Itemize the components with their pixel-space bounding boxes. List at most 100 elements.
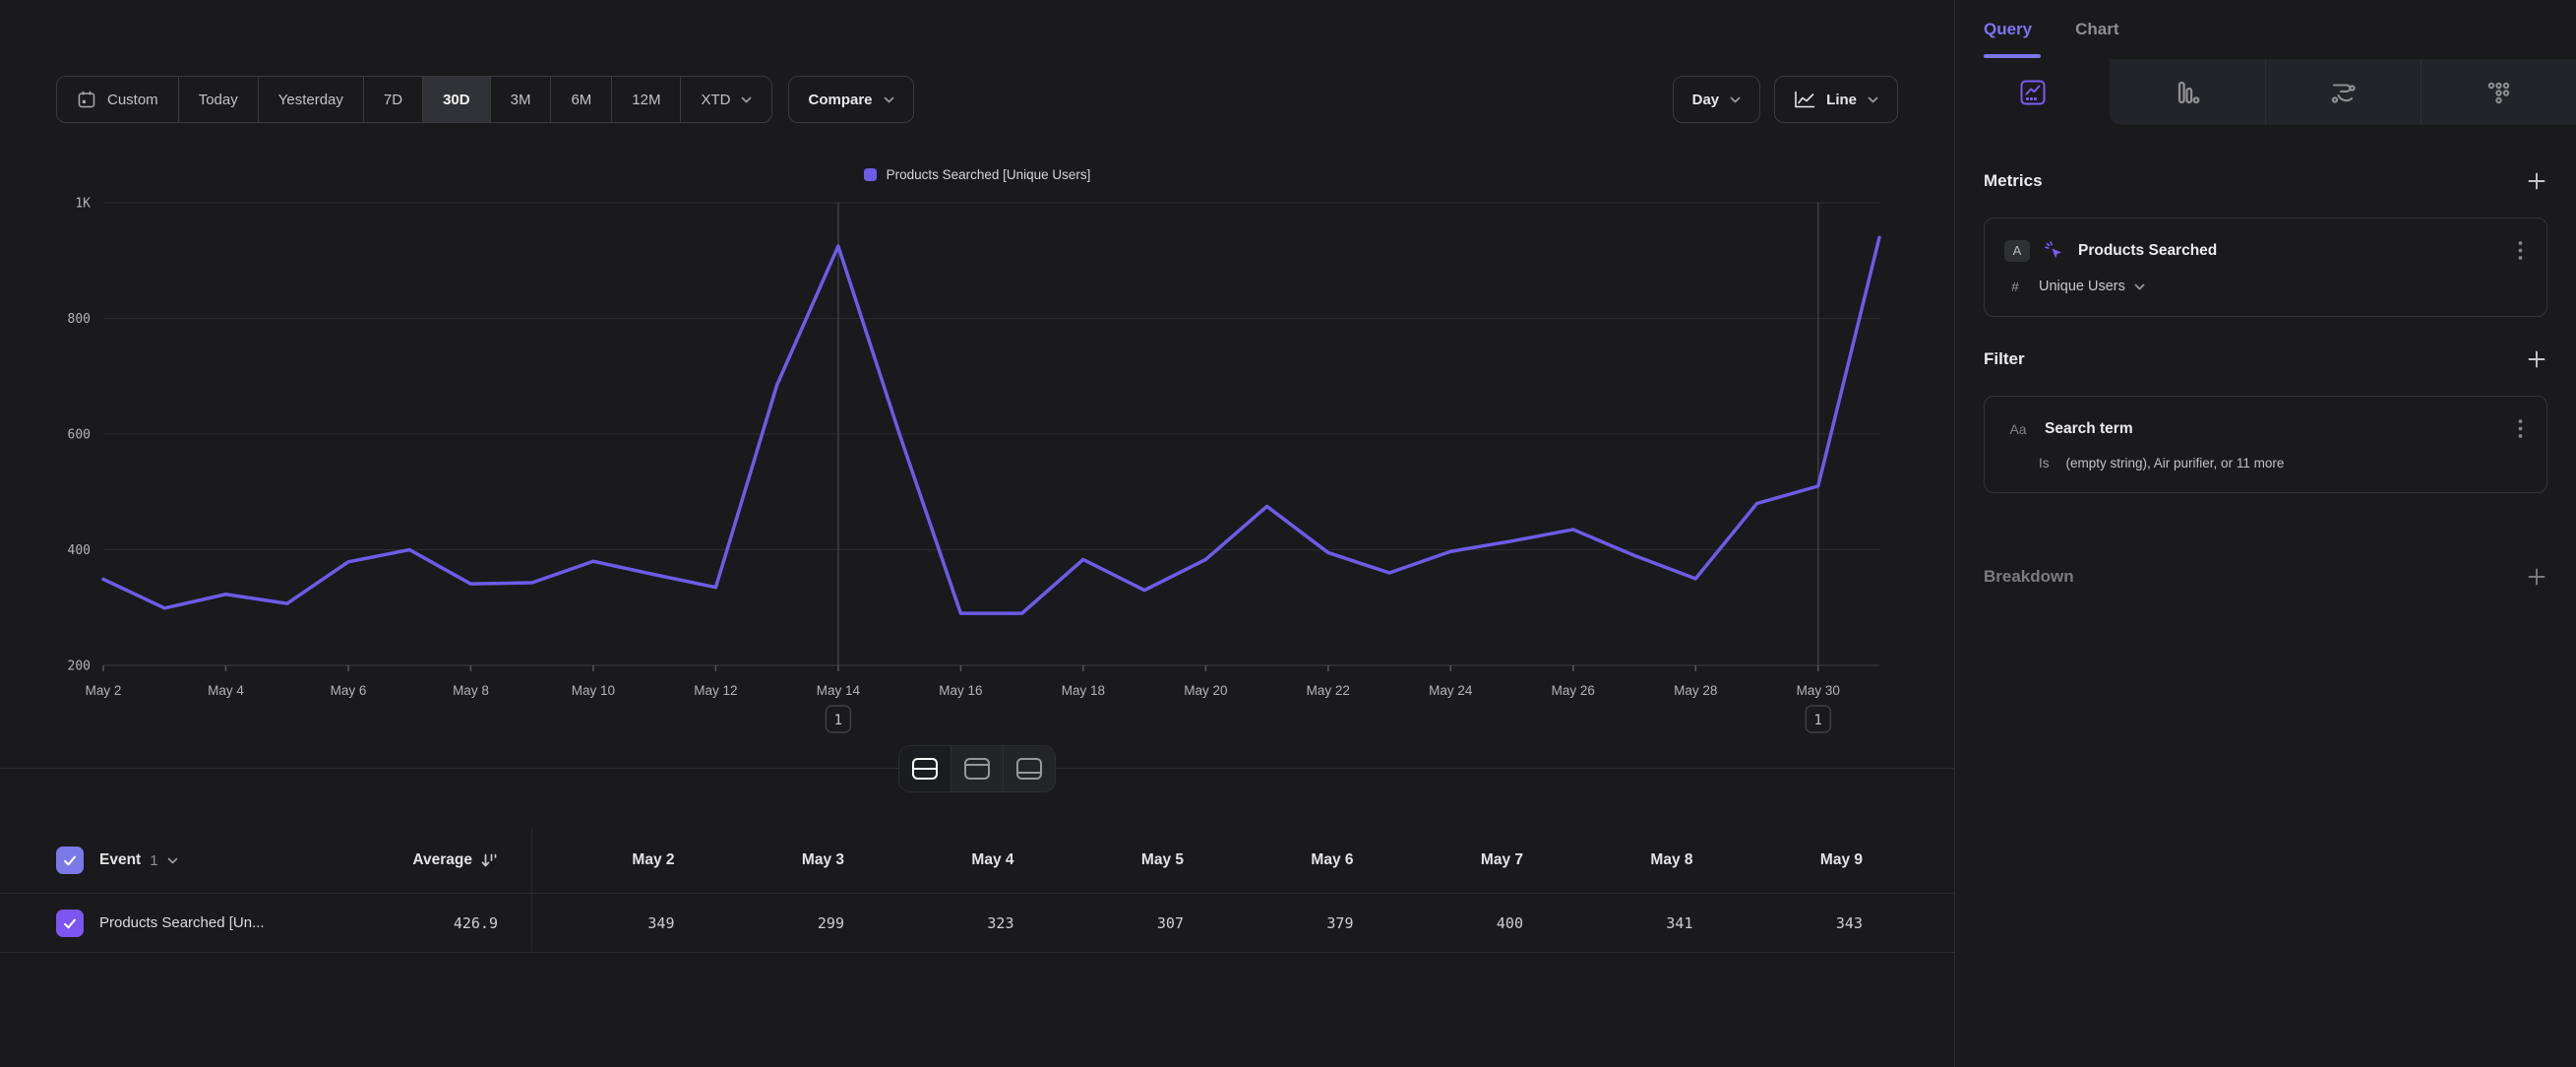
filter-operator: Is <box>2039 456 2050 471</box>
x-axis-label: May 12 <box>694 683 737 698</box>
range-button-today[interactable]: Today <box>178 77 258 122</box>
x-axis-label: May 6 <box>331 683 367 698</box>
y-axis-label: 200 <box>68 659 91 674</box>
tab-framed-line-chart[interactable] <box>1955 59 2110 125</box>
tab-bar-chart[interactable] <box>2110 59 2264 125</box>
metric-kebab-menu[interactable] <box>2514 238 2527 263</box>
table-header-left: Event 1 Average <box>0 828 531 893</box>
table-header-row: Event 1 Average May 2May 3May 4May 5May … <box>0 828 1954 894</box>
layout-split-button[interactable] <box>899 746 951 791</box>
average-sort-control[interactable]: Average <box>412 851 531 869</box>
interval-dropdown[interactable]: Day <box>1673 76 1761 123</box>
chevron-down-icon <box>1730 96 1741 103</box>
metric-card[interactable]: A Products Searched # Unique Users <box>1984 218 2547 317</box>
y-axis-label: 600 <box>68 428 91 443</box>
date-value-cell: 343 <box>1721 914 1891 932</box>
tab-flow-chart[interactable] <box>2265 59 2421 125</box>
filter-property-name: Search term <box>2045 420 2133 438</box>
date-value-cell: 299 <box>703 914 873 932</box>
select-all-checkbox[interactable] <box>56 847 84 874</box>
check-icon <box>62 915 78 931</box>
event-label: Event <box>99 851 141 869</box>
x-axis-label: May 28 <box>1674 683 1717 698</box>
x-axis-label: May 22 <box>1307 683 1350 698</box>
cursor-click-icon <box>2043 239 2065 262</box>
legend-label: Products Searched [Unique Users] <box>887 167 1091 182</box>
range-label: 3M <box>511 92 531 108</box>
range-label: Today <box>199 92 238 108</box>
filter-kebab-menu[interactable] <box>2514 416 2527 441</box>
flow-chart-icon <box>2328 78 2358 107</box>
x-axis-label: May 24 <box>1429 683 1473 698</box>
panel-tab-bar: Query Chart <box>1955 0 2576 59</box>
range-button-yesterday[interactable]: Yesterday <box>258 77 363 122</box>
main-area: Custom Today Yesterday7D30D 3M 6M 12M XTD Comp… <box>0 0 1954 1067</box>
date-column-header: May 6 <box>1211 851 1381 869</box>
chevron-down-icon <box>2134 283 2145 290</box>
range-button-3m[interactable]: 3M <box>490 77 551 122</box>
tab-dots-grid[interactable] <box>2421 59 2576 125</box>
range-button-custom[interactable]: Custom <box>57 77 178 122</box>
chevron-down-icon <box>884 96 894 103</box>
x-axis-label: May 26 <box>1552 683 1595 698</box>
y-axis-label: 400 <box>68 543 91 558</box>
date-column-header: May 5 <box>1042 851 1212 869</box>
y-axis-label: 1K <box>75 197 91 212</box>
average-label: Average <box>412 851 472 869</box>
chart-type-label: Line <box>1826 92 1857 108</box>
x-axis-label: May 14 <box>817 683 861 698</box>
measure-dropdown[interactable]: Unique Users <box>2039 279 2145 294</box>
range-label: 12M <box>632 92 660 108</box>
tab-query[interactable]: Query <box>1984 20 2032 39</box>
series-line[interactable] <box>103 237 1879 613</box>
chevron-down-icon <box>741 96 752 103</box>
date-column-header: May 9 <box>1721 851 1891 869</box>
filter-section-header: Filter <box>1984 348 2547 370</box>
breakdown-section-header: Breakdown <box>1984 566 2547 588</box>
layout-table-only-button[interactable] <box>1003 746 1055 791</box>
range-label: XTD <box>701 92 730 108</box>
date-value-cell: 341 <box>1551 914 1721 932</box>
date-column-header: May 4 <box>872 851 1042 869</box>
toolbar-right-group: Day Line <box>1673 76 1898 123</box>
range-button-7d[interactable]: 7D <box>363 77 422 122</box>
range-button-30d[interactable]: 30D <box>422 77 490 122</box>
bottom-panel-layout-icon <box>1015 757 1043 781</box>
date-column-header: May 8 <box>1551 851 1721 869</box>
plus-icon <box>2526 348 2547 370</box>
legend-swatch <box>864 168 877 181</box>
range-label: 6M <box>571 92 591 108</box>
date-value-cell: 323 <box>872 914 1042 932</box>
filter-condition[interactable]: Is (empty string), Air purifier, or 11 m… <box>2004 456 2527 471</box>
table-row: Products Searched [Un... 426.9 349299323… <box>0 894 1954 953</box>
chart-type-dropdown[interactable]: Line <box>1774 76 1898 123</box>
add-breakdown-button[interactable] <box>2526 566 2547 588</box>
interval-label: Day <box>1692 92 1720 108</box>
measure-prefix: # <box>2004 280 2026 294</box>
line-chart-icon <box>1794 91 1815 108</box>
filter-card[interactable]: Aa Search term Is (empty string), Air pu… <box>1984 396 2547 493</box>
tab-chart[interactable]: Chart <box>2075 20 2118 39</box>
kebab-icon <box>2518 418 2523 439</box>
x-axis-label: May 20 <box>1184 683 1227 698</box>
range-label: Custom <box>107 92 158 108</box>
x-axis-label: May 10 <box>572 683 615 698</box>
layout-chart-only-button[interactable] <box>951 746 1003 791</box>
range-button-6m[interactable]: 6M <box>550 77 611 122</box>
range-button-xtd[interactable]: XTD <box>680 77 771 122</box>
add-metric-button[interactable] <box>2526 170 2547 192</box>
results-table: Event 1 Average May 2May 3May 4May 5May … <box>0 828 1954 953</box>
breakdown-title: Breakdown <box>1984 567 2074 587</box>
add-filter-button[interactable] <box>2526 348 2547 370</box>
metrics-section-header: Metrics <box>1984 170 2547 192</box>
date-value-cell: 307 <box>1042 914 1212 932</box>
date-value-cell: 349 <box>532 914 703 932</box>
calendar-icon <box>77 90 96 109</box>
row-checkbox[interactable] <box>56 910 84 937</box>
x-axis-label: May 2 <box>86 683 122 698</box>
x-axis-label: May 16 <box>939 683 982 698</box>
event-dropdown[interactable]: Event 1 <box>99 851 178 869</box>
annotation-badge-label: 1 <box>1814 713 1822 728</box>
compare-button[interactable]: Compare <box>788 76 913 123</box>
range-button-12m[interactable]: 12M <box>611 77 680 122</box>
